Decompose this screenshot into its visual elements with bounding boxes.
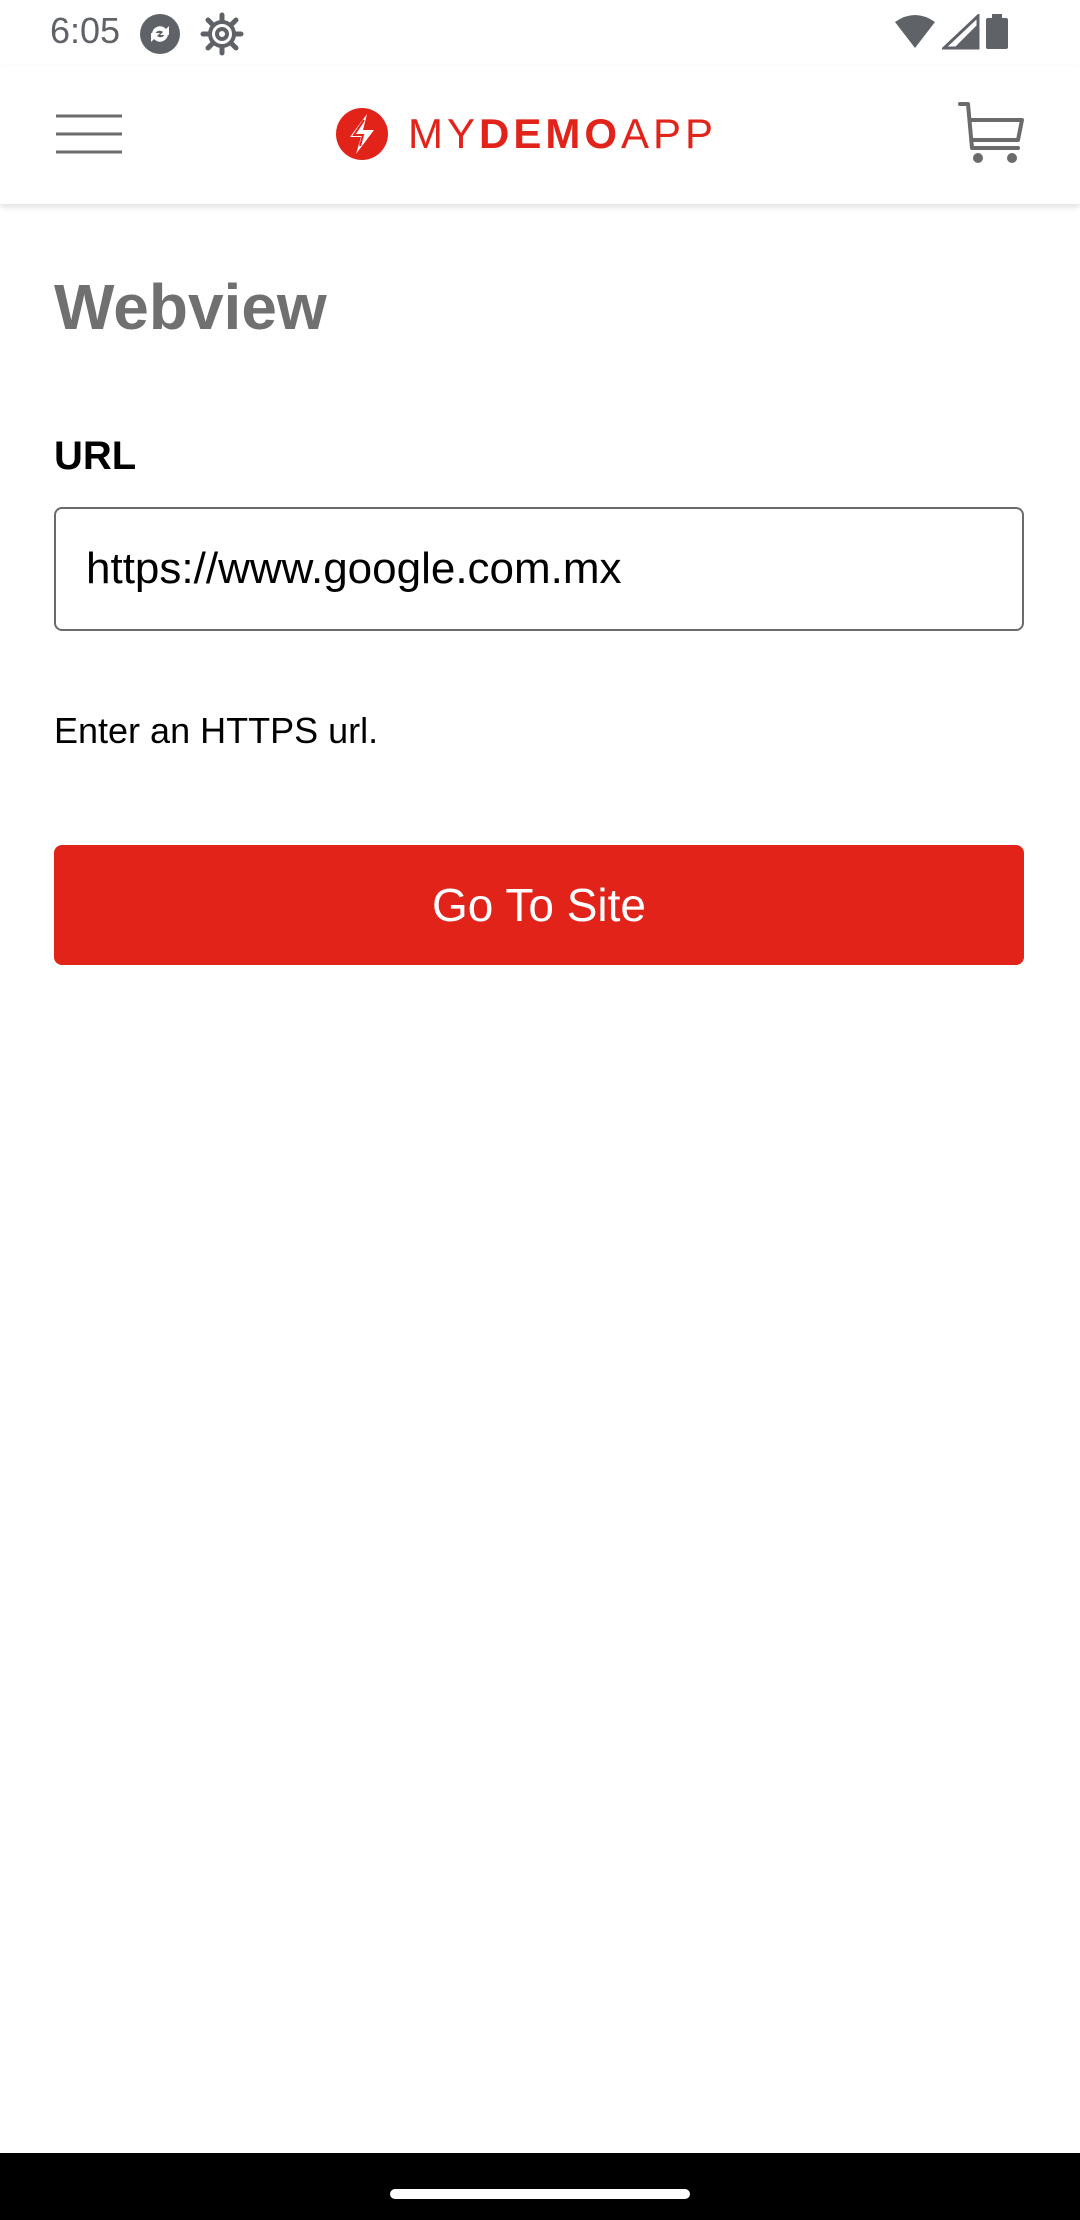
url-label: URL: [54, 434, 137, 478]
system-nav-bar: [0, 2153, 1080, 2220]
url-input[interactable]: [54, 507, 1024, 631]
hamburger-menu-icon: [56, 114, 122, 154]
url-hint: Enter an HTTPS url.: [54, 710, 379, 751]
home-indicator[interactable]: [390, 2189, 690, 2199]
webview-screen: 6:05 MYDEMOAPP Webview URL https://www.g…: [0, 0, 1080, 2220]
battery-icon: [986, 14, 1008, 49]
cart-icon: [958, 102, 1024, 163]
signal-icon: [941, 14, 980, 50]
lightning-logo-icon: [336, 108, 388, 160]
status-bar: 6:05: [0, 0, 1080, 66]
settings-gear-icon: [200, 12, 244, 61]
status-time: 6:05: [50, 10, 121, 51]
status-icons-right: [893, 14, 1010, 54]
menu-button[interactable]: [54, 112, 124, 156]
go-to-site-button[interactable]: Go To Site: [54, 845, 1024, 965]
sync-icon: [138, 12, 182, 61]
brand-part-demo: DEMO: [479, 110, 621, 157]
brand-part-app: APP: [621, 110, 718, 157]
brand-part-my: MY: [408, 110, 479, 157]
app-bar: MYDEMOAPP: [0, 66, 1080, 204]
cart-button[interactable]: [956, 98, 1028, 170]
wifi-icon: [895, 15, 936, 48]
brand-name: MYDEMOAPP: [408, 110, 717, 158]
page-title: Webview: [54, 271, 327, 343]
app-logo: MYDEMOAPP: [334, 104, 717, 164]
